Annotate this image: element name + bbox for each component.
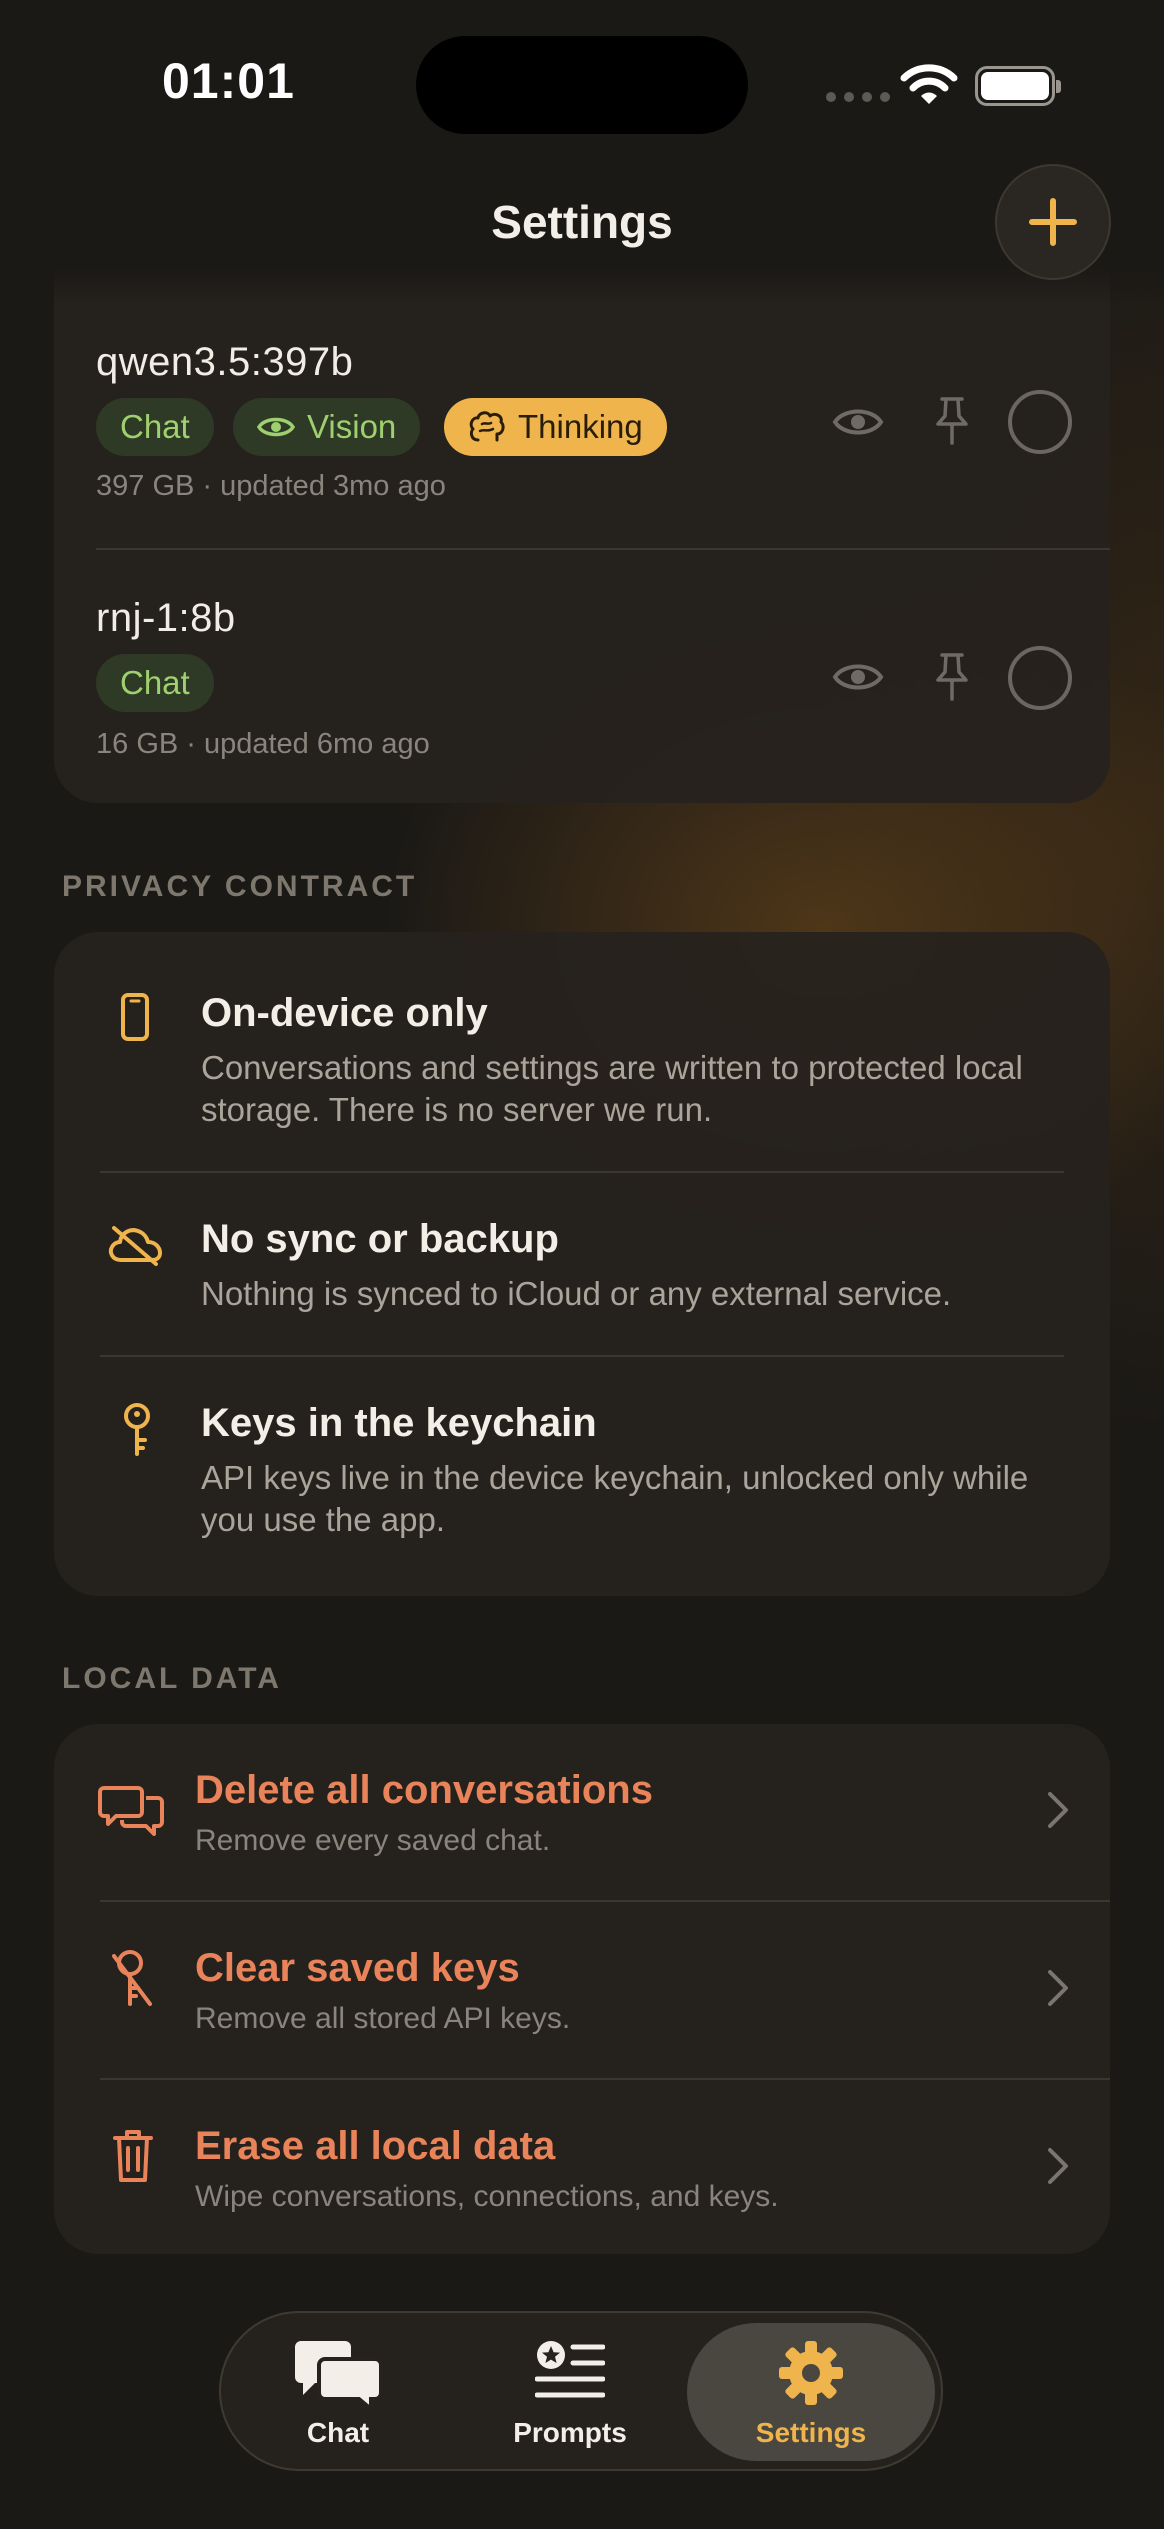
status-time: 01:01 xyxy=(162,53,295,109)
trash-icon xyxy=(113,2130,153,2182)
pin-icon[interactable] xyxy=(934,396,970,446)
tag-label: Chat xyxy=(120,664,190,701)
tag-label: Vision xyxy=(307,408,397,445)
tag-label: Chat xyxy=(120,408,190,445)
clear-keys-row[interactable]: Clear saved keys Remove all stored API k… xyxy=(54,1902,1110,2078)
tag-label: Thinking xyxy=(518,408,643,445)
delete-conversations-row[interactable]: Delete all conversations Remove every sa… xyxy=(54,1724,1110,1900)
page-title: Settings xyxy=(491,196,673,248)
divider xyxy=(100,1171,1064,1173)
erase-data-desc: Wipe conversations, connections, and key… xyxy=(195,2180,779,2213)
chevron-right-icon xyxy=(1048,1792,1068,1828)
tab-bar: Chat Prompts Settings xyxy=(219,2311,943,2471)
privacy-desc: Nothing is synced to iCloud or any exter… xyxy=(201,1275,952,1312)
prompts-list-icon xyxy=(535,2341,605,2398)
eye-icon[interactable] xyxy=(832,404,884,440)
model-name: rnj-1:8b xyxy=(96,596,236,640)
brain-icon xyxy=(469,411,505,442)
wifi-icon xyxy=(900,64,958,104)
clear-keys-title: Clear saved keys xyxy=(195,1946,520,1990)
battery-icon xyxy=(975,66,1061,106)
privacy-title: Keys in the keychain xyxy=(201,1401,597,1445)
clear-keys-desc: Remove all stored API keys. xyxy=(195,2002,571,2035)
tab-label: Prompts xyxy=(513,2417,627,2448)
chevron-right-icon xyxy=(1048,2148,1068,2184)
tag-chat: Chat xyxy=(96,398,214,456)
privacy-desc: Conversations and settings are written t… xyxy=(201,1049,1023,1128)
eye-icon xyxy=(257,417,295,437)
key-off-icon xyxy=(112,1950,152,2006)
divider xyxy=(96,548,1110,550)
select-toggle[interactable] xyxy=(1008,390,1072,454)
plus-icon xyxy=(1029,198,1077,246)
chevron-right-icon xyxy=(1048,1970,1068,2006)
delete-conversations-desc: Remove every saved chat. xyxy=(195,1824,551,1857)
delete-conversations-title: Delete all conversations xyxy=(195,1768,653,1812)
tag-thinking: Thinking xyxy=(444,398,667,456)
select-toggle[interactable] xyxy=(1008,646,1072,710)
tag-vision: Vision xyxy=(233,398,421,456)
signal-icon xyxy=(826,92,890,102)
phone-icon xyxy=(121,993,149,1041)
model-meta: 397 GB · updated 3mo ago xyxy=(96,470,446,502)
privacy-title: No sync or backup xyxy=(201,1217,559,1261)
privacy-title: On-device only xyxy=(201,991,488,1035)
pin-icon[interactable] xyxy=(934,652,970,702)
add-button[interactable] xyxy=(995,164,1111,280)
settings-screen: qwen3.5:397b Chat Vision Thinking 397 GB… xyxy=(0,0,1164,2529)
eye-icon[interactable] xyxy=(832,659,884,695)
tab-chat[interactable]: Chat xyxy=(223,2313,453,2473)
tag-chat: Chat xyxy=(96,654,214,712)
privacy-card: On-device only Conversations and setting… xyxy=(54,932,1110,1596)
model-name: qwen3.5:397b xyxy=(96,340,354,384)
models-card: qwen3.5:397b Chat Vision Thinking 397 GB… xyxy=(54,260,1110,803)
local-data-card: Delete all conversations Remove every sa… xyxy=(54,1724,1110,2254)
erase-data-row[interactable]: Erase all local data Wipe conversations,… xyxy=(54,2080,1110,2254)
tab-prompts[interactable]: Prompts xyxy=(455,2313,685,2473)
key-icon xyxy=(124,1403,150,1456)
erase-data-title: Erase all local data xyxy=(195,2124,556,2168)
divider xyxy=(100,1355,1064,1357)
cloud-off-icon xyxy=(108,1226,162,1266)
tab-label: Settings xyxy=(755,2417,867,2448)
tab-settings[interactable]: Settings xyxy=(696,2313,926,2473)
dynamic-island xyxy=(416,36,748,134)
privacy-desc: API keys live in the device keychain, un… xyxy=(201,1459,1029,1538)
model-meta: 16 GB · updated 6mo ago xyxy=(96,728,430,760)
chat-bubbles-icon xyxy=(98,1786,164,1836)
gear-icon xyxy=(779,2341,843,2405)
chat-bubbles-icon xyxy=(295,2341,383,2411)
section-label-local-data: LOCAL DATA xyxy=(62,1662,282,1695)
section-label-privacy: PRIVACY CONTRACT xyxy=(62,870,418,903)
tab-label: Chat xyxy=(306,2417,370,2448)
